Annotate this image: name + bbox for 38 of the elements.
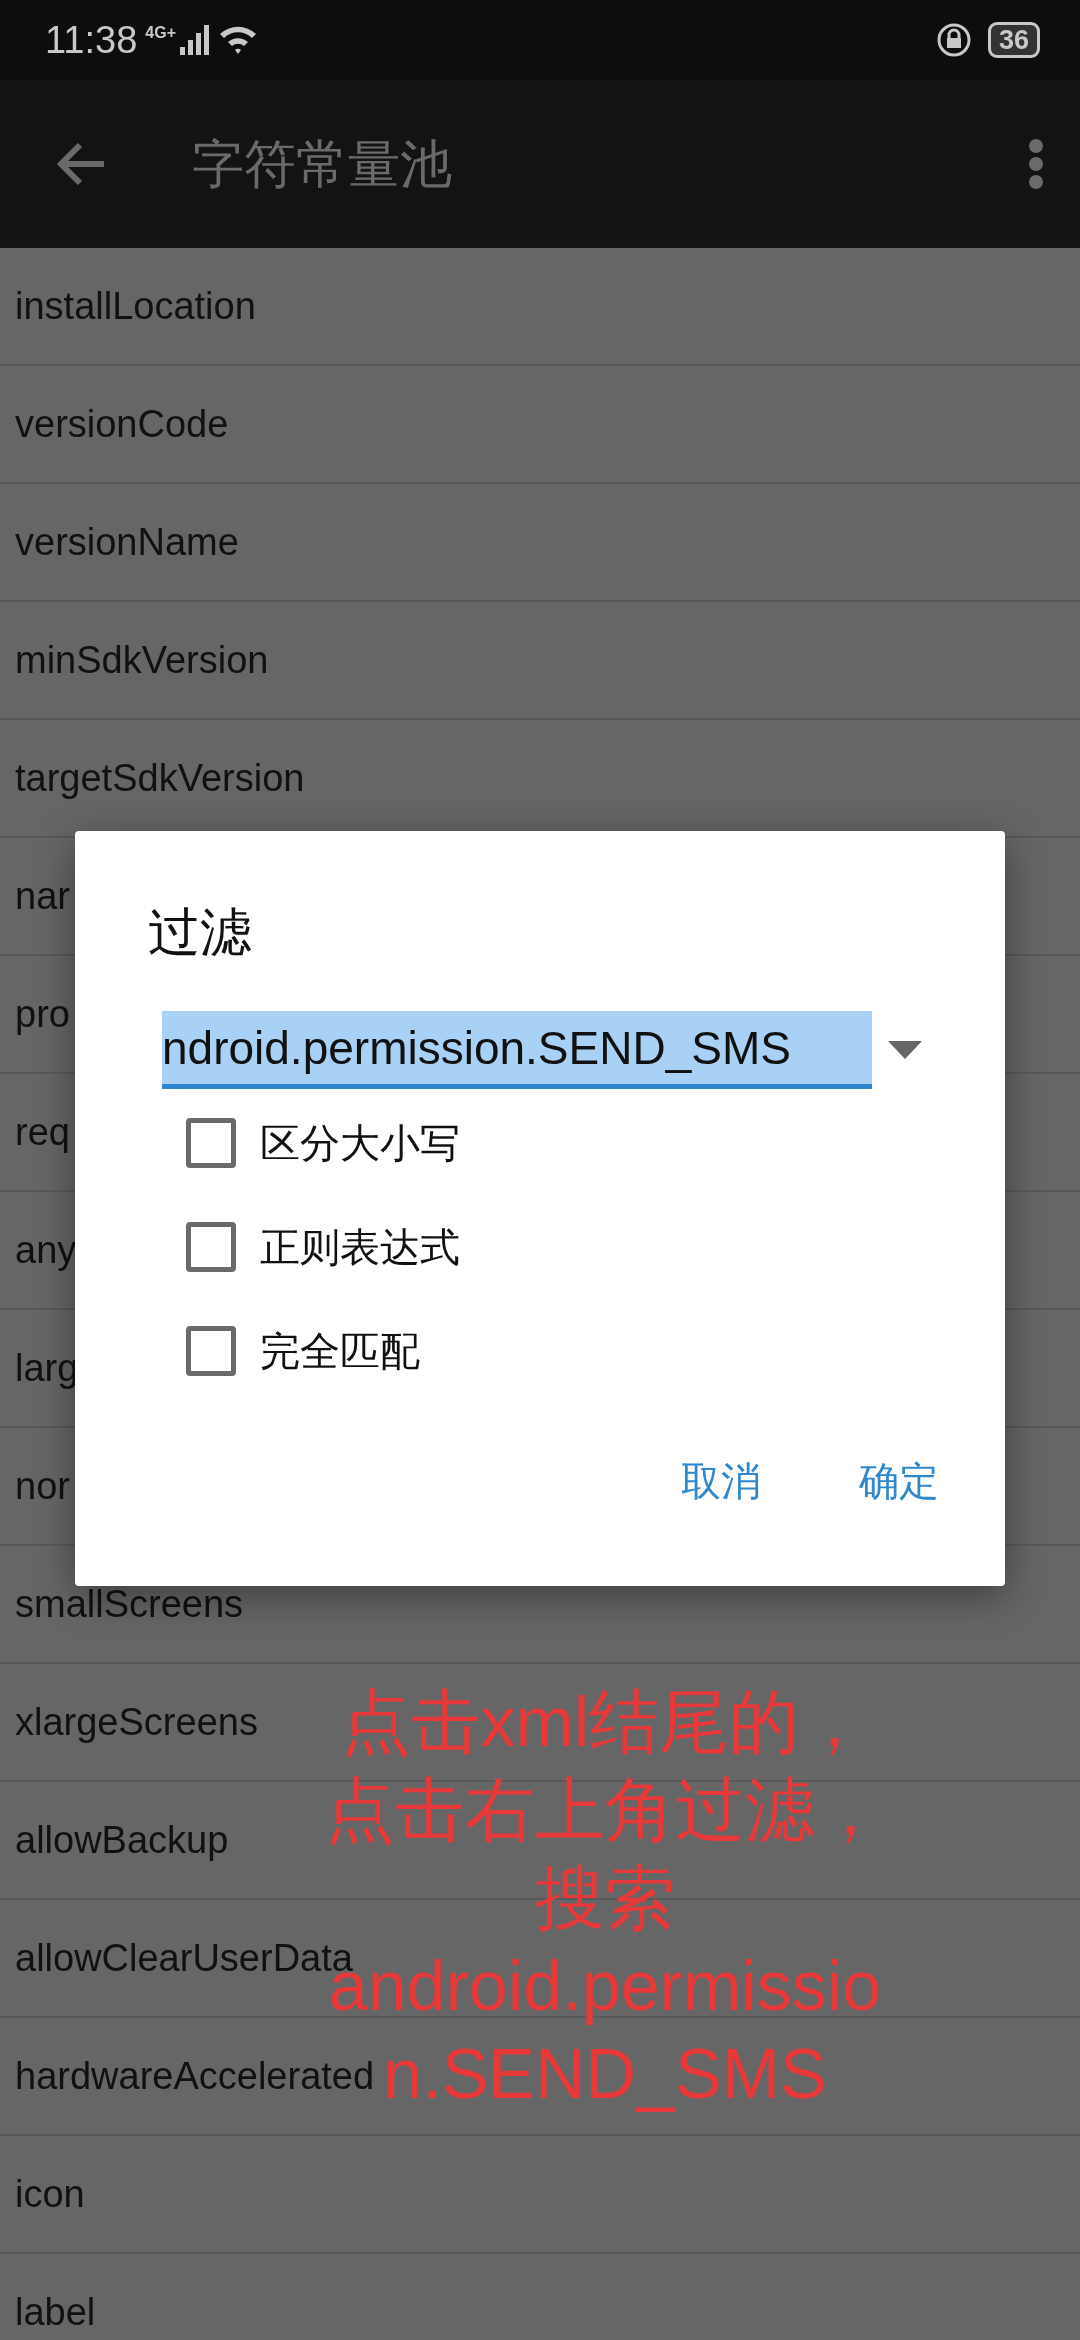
list-item[interactable]: icon: [15, 2165, 85, 2223]
list-item[interactable]: installLocation: [15, 277, 256, 335]
filter-field[interactable]: ndroid.permission.SEND_SMS: [162, 1011, 872, 1089]
list-item[interactable]: pro: [15, 985, 70, 1043]
dialog-title: 过滤: [148, 902, 253, 963]
toolbar-title: 字符常量池: [192, 134, 452, 195]
option-label: 完全匹配: [260, 1328, 420, 1375]
annotation-text: n.SEND_SMS: [383, 2034, 827, 2115]
list-item[interactable]: hardwareAccelerated: [15, 2047, 375, 2105]
list-item[interactable]: minSdkVersion: [15, 631, 269, 689]
signal-icon: [179, 25, 210, 55]
list-item[interactable]: any: [15, 1221, 77, 1279]
status-time: 11:38: [45, 17, 138, 63]
list-item[interactable]: nar: [15, 867, 70, 925]
list-item[interactable]: xlargeScreens: [15, 1693, 258, 1751]
list-item[interactable]: versionName: [15, 513, 239, 571]
annotation-text: 点击xml结尾的，: [340, 1682, 870, 1763]
list-item[interactable]: label: [15, 2283, 96, 2340]
option-label: 区分大小写: [260, 1120, 460, 1167]
list-item[interactable]: req: [15, 1103, 70, 1161]
back-arrow-icon[interactable]: [56, 142, 106, 186]
battery-level: 36: [987, 22, 1040, 58]
overflow-menu-icon[interactable]: [1028, 138, 1044, 190]
list-item[interactable]: nor: [15, 1457, 70, 1515]
list-item[interactable]: allowBackup: [15, 1811, 229, 1869]
list-item[interactable]: versionCode: [15, 395, 229, 453]
ok-button[interactable]: 确定: [845, 1441, 953, 1521]
checkbox[interactable]: [186, 1222, 236, 1272]
list-item[interactable]: targetSdkVersion: [15, 749, 305, 807]
checkbox[interactable]: [186, 1118, 236, 1168]
rotation-lock-icon: [935, 22, 972, 58]
cancel-button[interactable]: 取消: [667, 1441, 775, 1521]
network-type: 4G+: [145, 25, 176, 41]
checkbox[interactable]: [186, 1326, 236, 1376]
option-label: 正则表达式: [260, 1224, 460, 1271]
dropdown-arrow-icon[interactable]: [888, 1041, 922, 1059]
annotation-text: 点击右上角过滤，: [325, 1770, 885, 1851]
annotation-text: 搜索: [535, 1858, 675, 1939]
